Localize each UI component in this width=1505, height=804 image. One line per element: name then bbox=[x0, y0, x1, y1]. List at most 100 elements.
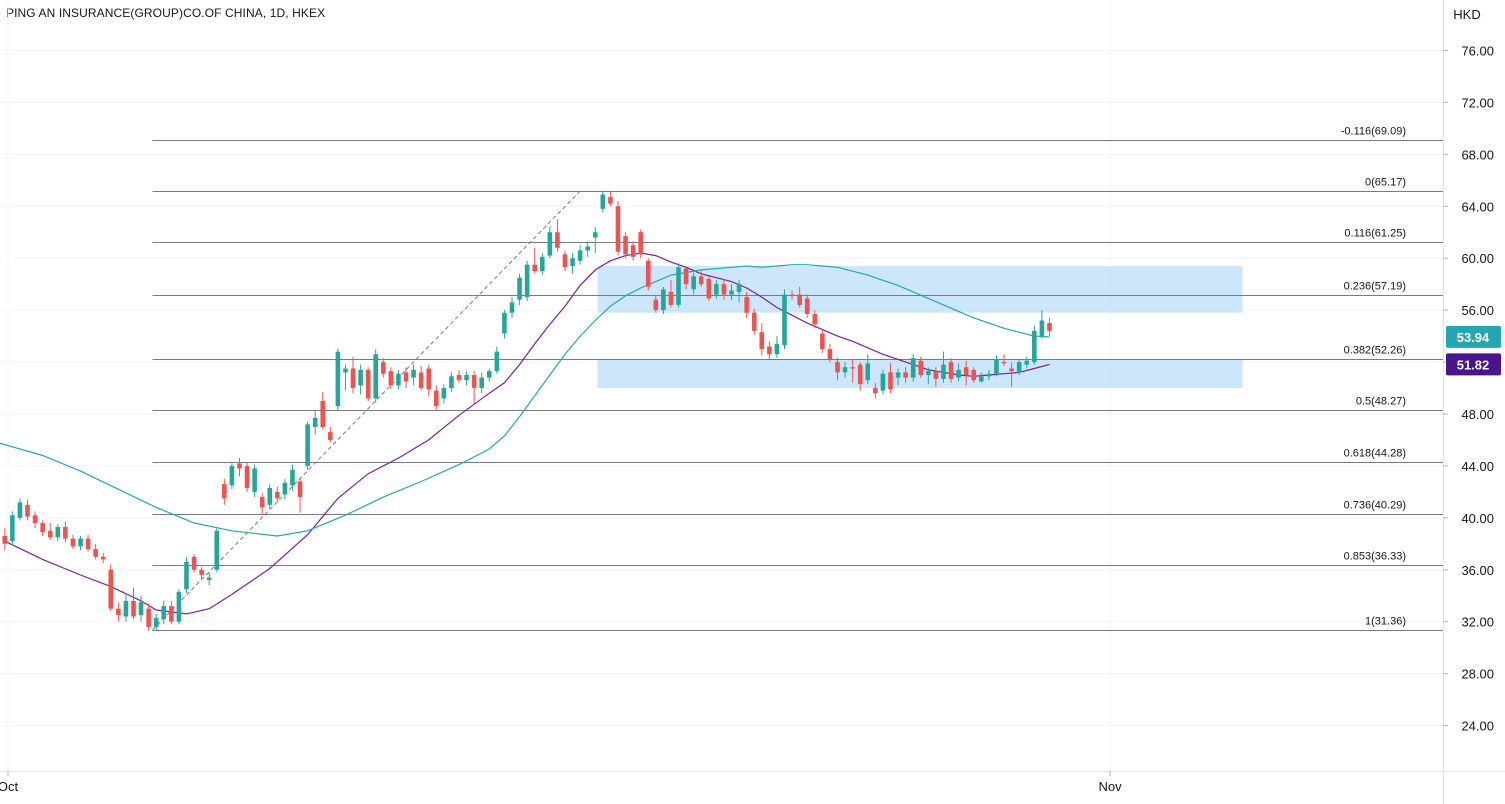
candle bbox=[222, 478, 227, 505]
fib-level-label: 0.382(52.26) bbox=[1344, 345, 1406, 357]
candle-body bbox=[698, 276, 704, 285]
price-tick-label: 44.00 bbox=[1461, 459, 1494, 474]
candle bbox=[941, 351, 946, 383]
candle bbox=[865, 354, 871, 385]
candle bbox=[146, 603, 151, 631]
candle-body bbox=[388, 371, 394, 386]
candle-body bbox=[222, 484, 227, 499]
candle bbox=[774, 336, 780, 359]
candle-body bbox=[502, 312, 507, 334]
candle-body bbox=[290, 469, 295, 486]
candle bbox=[623, 232, 628, 259]
candle-body bbox=[312, 417, 318, 427]
fib-level-label: 0.116(61.25) bbox=[1344, 228, 1406, 240]
candle bbox=[176, 589, 182, 625]
fib-level-label: 0.853(36.33) bbox=[1344, 551, 1406, 563]
candle-body bbox=[706, 278, 712, 299]
candle bbox=[47, 523, 53, 540]
candle bbox=[290, 464, 295, 491]
price-tick-label: 28.00 bbox=[1461, 667, 1494, 682]
candle-body bbox=[358, 369, 363, 386]
candle bbox=[237, 458, 242, 477]
candle-body bbox=[774, 343, 780, 355]
time-axis[interactable]: OctNovDec2023FebMarAprMayJunJul bbox=[0, 771, 1505, 804]
fib-level-label: 0.618(44.28) bbox=[1344, 448, 1406, 460]
candle-body bbox=[275, 491, 280, 499]
candle-body bbox=[979, 376, 984, 382]
candle bbox=[441, 384, 447, 404]
candle-body bbox=[214, 530, 220, 570]
price-tick-label: 36.00 bbox=[1461, 563, 1494, 578]
candle-body bbox=[55, 526, 61, 538]
candle bbox=[70, 534, 76, 549]
candle-body bbox=[2, 536, 8, 544]
candle bbox=[456, 369, 462, 383]
fib-level-label: 0.736(40.29) bbox=[1344, 500, 1406, 512]
price-tick-label: 68.00 bbox=[1461, 147, 1494, 162]
price-chart[interactable]: -0.116(69.09) 0(65.17) 0.116(61.25) 0.236(5… bbox=[0, 0, 1505, 804]
candle-body bbox=[426, 368, 432, 390]
candle-body bbox=[176, 591, 182, 622]
candle-body bbox=[10, 515, 15, 542]
candle-body bbox=[25, 504, 30, 517]
candle-body bbox=[123, 600, 129, 617]
candle bbox=[131, 587, 136, 620]
candle-body bbox=[63, 526, 68, 539]
candle-body bbox=[751, 312, 757, 331]
chart-root: PING AN INSURANCE(GROUP)CO.OF CHINA, 1D,… bbox=[0, 0, 1505, 804]
candle-body bbox=[948, 362, 954, 379]
candle-body bbox=[184, 561, 189, 590]
candle bbox=[1032, 325, 1037, 365]
candle bbox=[494, 346, 500, 374]
candle-body bbox=[539, 256, 545, 272]
fib-level-label: 1(31.36) bbox=[1365, 616, 1406, 628]
candle-body bbox=[305, 424, 310, 466]
candle bbox=[396, 369, 401, 390]
candle bbox=[706, 276, 712, 302]
candle bbox=[335, 349, 341, 411]
candle bbox=[661, 286, 666, 315]
candle-body bbox=[880, 373, 886, 391]
candle-body bbox=[229, 465, 235, 486]
candle bbox=[676, 263, 681, 308]
candle bbox=[381, 358, 386, 378]
candle bbox=[782, 289, 787, 350]
candle-body bbox=[759, 332, 765, 350]
candle bbox=[365, 367, 371, 401]
candle-body bbox=[244, 465, 250, 488]
candle bbox=[600, 190, 606, 213]
candle-body bbox=[237, 463, 242, 469]
candle-body bbox=[116, 608, 121, 616]
candle-body bbox=[668, 291, 674, 305]
candle-body bbox=[608, 197, 613, 204]
candle-body bbox=[842, 367, 848, 373]
candle-body bbox=[456, 375, 462, 381]
candle-body bbox=[282, 482, 288, 495]
candle-body bbox=[78, 538, 83, 547]
candle bbox=[85, 534, 91, 552]
candle-body bbox=[169, 606, 174, 622]
candle-body bbox=[782, 294, 787, 346]
candle-body bbox=[335, 351, 341, 407]
candle bbox=[449, 372, 454, 392]
candle-body bbox=[449, 376, 454, 389]
price-tick-label: 40.00 bbox=[1461, 511, 1494, 526]
candle-body bbox=[297, 481, 303, 498]
candle-body bbox=[396, 373, 401, 386]
candle bbox=[78, 536, 83, 551]
price-axis[interactable]: HKD76.0072.0068.0064.0060.0056.0052.0048… bbox=[1443, 0, 1505, 804]
candle-body bbox=[40, 523, 45, 533]
price-tick-label: 56.00 bbox=[1461, 303, 1494, 318]
candle-body bbox=[1024, 360, 1030, 365]
candle-body bbox=[865, 363, 871, 381]
candle bbox=[411, 364, 416, 386]
candle bbox=[199, 567, 204, 579]
candle bbox=[343, 364, 348, 391]
price-tick-label: 64.00 bbox=[1461, 199, 1494, 214]
candle bbox=[418, 365, 424, 391]
candle-body bbox=[524, 264, 530, 298]
candle bbox=[63, 521, 68, 543]
candle bbox=[645, 258, 651, 291]
candle-body bbox=[562, 254, 568, 268]
candle bbox=[267, 484, 273, 509]
